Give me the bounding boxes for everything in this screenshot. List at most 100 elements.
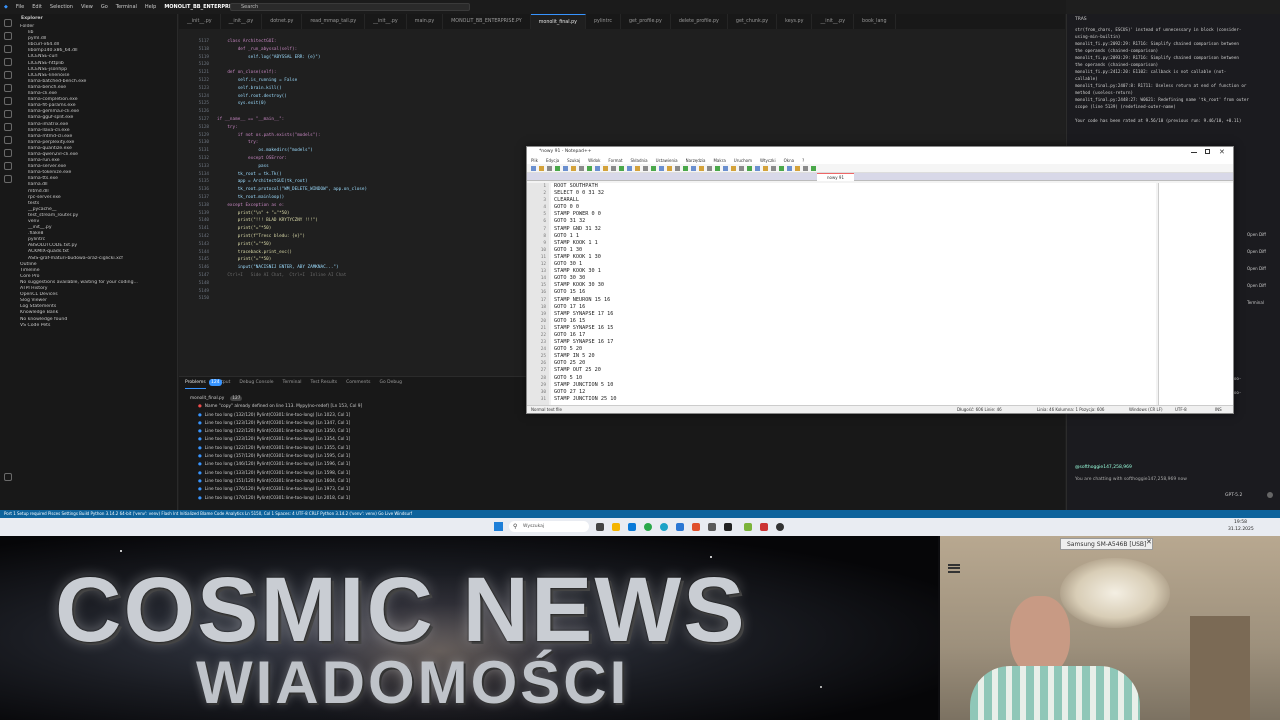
database-icon[interactable] [4, 136, 12, 144]
gear-icon[interactable] [4, 473, 12, 481]
notepad-tab-active[interactable]: nowy 91 [817, 173, 854, 181]
editor-tab[interactable]: MONOLIT_BB_ENTERPRISE.PY [443, 14, 531, 29]
problem-item[interactable]: ● Line too long (146/120) Pylint(C0301:li… [190, 461, 550, 469]
editor-tab[interactable]: monolit_final.py [530, 14, 586, 29]
editor-tab[interactable]: delete_profile.py [671, 14, 728, 29]
notepad-menu-item[interactable]: Edycja [546, 157, 559, 164]
menu-edit[interactable]: Edit [32, 4, 42, 10]
problem-item[interactable]: ● Name "copy" already defined on line 113… [190, 403, 550, 411]
toolbar-button-icon[interactable] [531, 166, 536, 171]
notepad-menu-item[interactable]: Szukaj [567, 157, 580, 164]
search-icon[interactable] [4, 32, 12, 40]
editor-tab[interactable]: __init__.py [365, 14, 407, 29]
toolbar-button-icon[interactable] [619, 166, 624, 171]
notepad-menu-item[interactable]: ? [802, 157, 804, 164]
chat-tag-button[interactable]: Open Diff [1247, 226, 1266, 243]
menu-view[interactable]: View [81, 4, 93, 10]
problem-item[interactable]: ● Line too long (123/120) Pylint(C0301:li… [190, 420, 550, 428]
toolbar-button-icon[interactable] [795, 166, 800, 171]
toolbar-button-icon[interactable] [571, 166, 576, 171]
editor-tab[interactable]: keys.py [777, 14, 813, 29]
toolbar-button-icon[interactable] [771, 166, 776, 171]
brave-icon[interactable] [692, 523, 700, 531]
problems-file-row[interactable]: monolit_final.py 127 [190, 395, 550, 403]
toolbar-button-icon[interactable] [811, 166, 816, 171]
extensions-icon[interactable] [4, 71, 12, 79]
toolbar-button-icon[interactable] [659, 166, 664, 171]
model-selector[interactable]: GPT-5.2 [1217, 492, 1250, 499]
notepad-text-area[interactable]: ROOT SOUTHPATH SELECT 0 0 31 32 CLEARALL GO… [551, 183, 1156, 405]
maximize-icon[interactable] [1205, 149, 1210, 154]
obs-icon[interactable] [776, 523, 784, 531]
toolbar-button-icon[interactable] [683, 166, 688, 171]
minimize-icon[interactable] [1191, 152, 1197, 153]
menu-file[interactable]: File [16, 4, 24, 10]
menu-go[interactable]: Go [101, 4, 108, 10]
clock-date[interactable]: 31.12.2025 [1228, 527, 1254, 532]
remote-icon[interactable] [4, 97, 12, 105]
edge-icon[interactable] [660, 523, 668, 531]
chrome-icon[interactable] [644, 523, 652, 531]
toolbar-button-icon[interactable] [563, 166, 568, 171]
mail-icon[interactable] [708, 523, 716, 531]
panel-tab[interactable]: Comments [346, 377, 370, 389]
toolbar-button-icon[interactable] [651, 166, 656, 171]
toolbar-button-icon[interactable] [723, 166, 728, 171]
chat-tag-button[interactable]: Terminal [1247, 294, 1266, 311]
toolbar-button-icon[interactable] [667, 166, 672, 171]
menu-terminal[interactable]: Terminal [116, 4, 137, 10]
chat-tag-button[interactable]: Open Diff [1247, 277, 1266, 294]
toolbar-button-icon[interactable] [547, 166, 552, 171]
editor-tab[interactable]: pylintrc [586, 14, 621, 29]
toolbar-button-icon[interactable] [755, 166, 760, 171]
menu-selection[interactable]: Selection [50, 4, 73, 10]
notepadpp-icon[interactable] [744, 523, 752, 531]
editor-tab[interactable]: book_lang [854, 14, 896, 29]
toolbar-button-icon[interactable] [595, 166, 600, 171]
toolbar-button-icon[interactable] [643, 166, 648, 171]
task-view-icon[interactable] [596, 523, 604, 531]
problem-item[interactable]: ● Line too long (132/120) Pylint(C0301:li… [190, 412, 550, 420]
taskbar-search-input[interactable]: Wyszukaj [509, 521, 589, 532]
explorer-item[interactable]: VS Code Pets [16, 323, 177, 329]
clock-time[interactable]: 19:58 [1234, 520, 1247, 525]
close-icon[interactable]: ✕ [1146, 538, 1152, 546]
close-icon[interactable]: ✕ [1219, 148, 1225, 156]
timeline-icon[interactable] [4, 175, 12, 183]
editor-tab[interactable]: __init__.py [812, 14, 855, 29]
toolbar-button-icon[interactable] [539, 166, 544, 171]
panel-tab[interactable]: Problems [185, 377, 206, 389]
problem-item[interactable]: ● Line too long (122/120) Pylint(C0301:li… [190, 428, 550, 436]
store-icon[interactable] [628, 523, 636, 531]
project-label[interactable]: MONOLIT_BB_ENTERPRISE [164, 4, 237, 10]
problem-item[interactable]: ● Line too long (176/120) Pylint(C0301:li… [190, 486, 550, 494]
notepad-menu-item[interactable]: Ustawienia [656, 157, 678, 164]
problem-item[interactable]: ● Line too long (170/120) Pylint(C0301:li… [190, 495, 550, 503]
toolbar-button-icon[interactable] [675, 166, 680, 171]
editor-tab[interactable]: dotnet.py [262, 14, 303, 29]
problem-item[interactable]: ● Line too long (133/120) Pylint(C0301:li… [190, 470, 550, 478]
notepad-menu-item[interactable]: Narzędzia [686, 157, 706, 164]
toolbar-button-icon[interactable] [715, 166, 720, 171]
problem-item[interactable]: ● Line too long (123/120) Pylint(C0301:li… [190, 436, 550, 444]
terminal-icon[interactable] [724, 523, 732, 531]
notepad-menu-item[interactable]: Wtyczki [760, 157, 776, 164]
toolbar-button-icon[interactable] [763, 166, 768, 171]
panel-tab[interactable]: Go Debug [379, 377, 401, 389]
notepad-menu-item[interactable]: Składnia [631, 157, 648, 164]
problem-item[interactable]: ● Line too long (122/120) Pylint(C0301:li… [190, 445, 550, 453]
pets-icon[interactable] [4, 123, 12, 131]
editor-tab[interactable]: get_chunk.py [728, 14, 778, 29]
explorer-icon[interactable] [4, 19, 12, 27]
chat-tag-button[interactable]: Open Diff [1247, 243, 1266, 260]
run-debug-icon[interactable] [4, 58, 12, 66]
docker-icon[interactable] [4, 149, 12, 157]
toolbar-button-icon[interactable] [731, 166, 736, 171]
notepad-menu-item[interactable]: Plik [531, 157, 538, 164]
problem-item[interactable]: ● Line too long (157/120) Pylint(C0301:li… [190, 453, 550, 461]
toolbar-button-icon[interactable] [611, 166, 616, 171]
toolbar-button-icon[interactable] [587, 166, 592, 171]
toolbar-button-icon[interactable] [579, 166, 584, 171]
editor-tab[interactable]: read_mmap_tail.py [302, 14, 366, 29]
code-content[interactable]: class ArchitectGUI: def _run_abyssal(sel… [217, 38, 517, 338]
